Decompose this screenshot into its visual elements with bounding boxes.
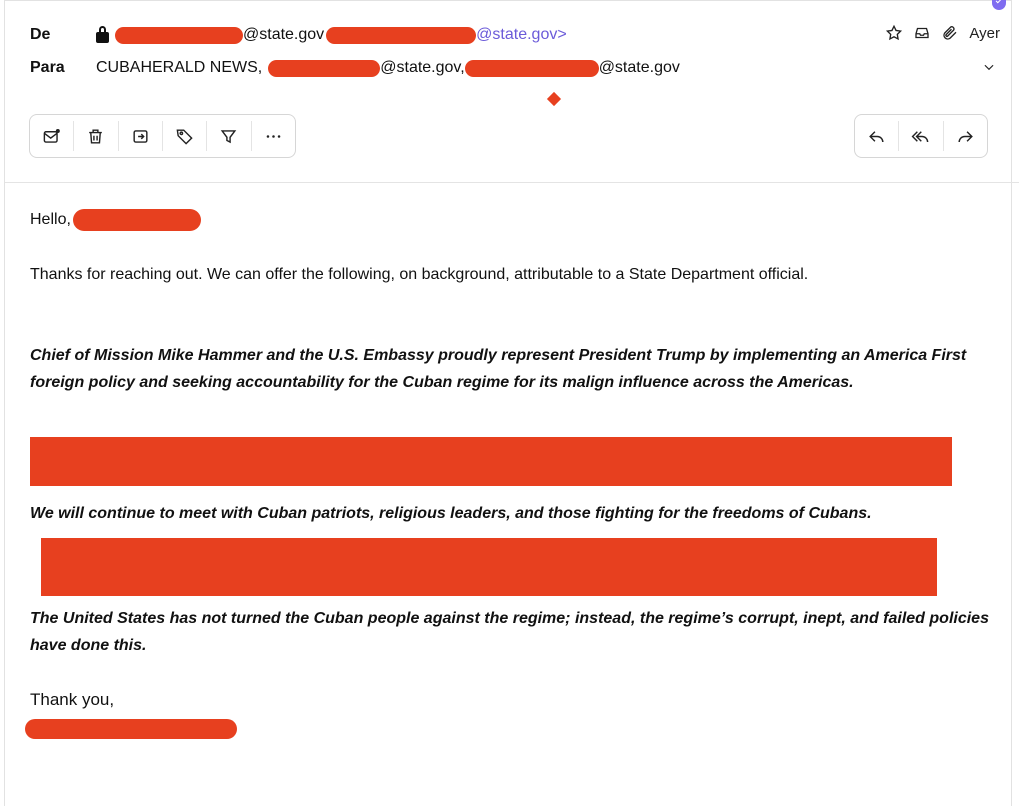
to-row: Para CUBAHERALD NEWS, @state.gov, @state… — [30, 59, 680, 77]
from-label: De — [30, 26, 51, 43]
tag-icon — [176, 128, 193, 145]
reply-icon — [869, 130, 884, 142]
greeting-line: Hello, — [30, 209, 201, 231]
chevron-down-icon[interactable] — [982, 60, 996, 79]
lock-icon — [96, 26, 109, 43]
redaction-bar — [268, 59, 381, 77]
statement-paragraph-1: Chief of Mission Mike Hammer and the U.S… — [30, 347, 967, 391]
attachment-icon[interactable] — [941, 24, 959, 42]
redaction-block — [30, 437, 952, 486]
redaction-bar — [72, 209, 201, 231]
from-row: De @state.gov @state.gov> — [30, 26, 567, 44]
reply-button[interactable] — [855, 121, 900, 151]
forward-button[interactable] — [944, 121, 987, 151]
mark-unread-button[interactable] — [30, 121, 75, 151]
filter-icon — [221, 129, 237, 143]
reply-all-button[interactable] — [899, 121, 944, 151]
reply-all-icon — [912, 130, 929, 142]
delete-button[interactable] — [74, 121, 119, 151]
intro-text: Thanks for reaching out. We can offer th… — [30, 266, 809, 283]
to-recipient-2[interactable]: @state.gov, — [380, 59, 464, 77]
more-icon — [266, 134, 281, 138]
redaction-bar — [464, 59, 599, 77]
signature-redaction — [25, 719, 237, 739]
reply-toolbar — [854, 114, 988, 158]
message-actions-toolbar — [29, 114, 296, 158]
filter-button[interactable] — [207, 121, 252, 151]
header-meta: Ayer — [885, 24, 1000, 42]
more-options-button[interactable] — [252, 121, 295, 151]
inbox-icon[interactable] — [913, 24, 931, 42]
greeting-text: Hello, — [30, 211, 71, 228]
closing-text: Thank you, — [30, 690, 115, 709]
header-divider — [5, 182, 1019, 183]
date-label: Ayer — [969, 24, 1000, 42]
trash-icon — [89, 128, 103, 144]
envelope-dot-icon — [43, 128, 60, 143]
star-icon[interactable] — [885, 24, 903, 42]
forward-icon — [958, 130, 973, 142]
move-button[interactable] — [119, 121, 163, 151]
redaction-bar — [326, 26, 477, 44]
to-recipient-1[interactable]: CUBAHERALD NEWS, — [96, 59, 262, 77]
statement-paragraph-3: The United States has not turned the Cub… — [30, 610, 989, 654]
move-icon — [133, 129, 148, 143]
to-recipient-3[interactable]: @state.gov — [599, 59, 680, 77]
from-address-link[interactable]: @state.gov> — [476, 26, 567, 44]
redaction-bar — [115, 26, 243, 44]
from-address[interactable]: @state.gov — [243, 26, 324, 44]
redaction-block — [41, 538, 937, 596]
to-label: Para — [30, 59, 65, 76]
statement-paragraph-2: We will continue to meet with Cuban patr… — [30, 505, 872, 522]
label-button[interactable] — [163, 121, 208, 151]
